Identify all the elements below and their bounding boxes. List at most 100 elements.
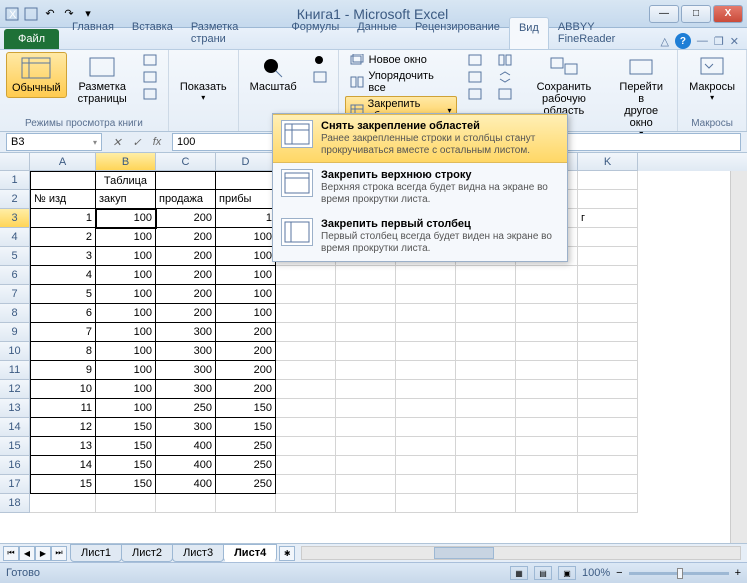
- select-all-corner[interactable]: [0, 153, 30, 171]
- tab-next-button[interactable]: ▶: [35, 546, 51, 561]
- col-header-B[interactable]: B: [96, 153, 156, 171]
- ribbon-tab-вставка[interactable]: Вставка: [123, 17, 182, 49]
- pagebreak-view-icon[interactable]: ▣: [558, 566, 576, 580]
- cell-C16[interactable]: 400: [156, 456, 216, 475]
- cell-B4[interactable]: 100: [96, 228, 156, 247]
- view-opt2-button[interactable]: [138, 69, 162, 85]
- zoom-sel-button[interactable]: [308, 69, 332, 85]
- cell-D3[interactable]: 1: [216, 209, 276, 228]
- row-header-3[interactable]: 3: [0, 209, 30, 228]
- cell-J16[interactable]: [516, 456, 578, 475]
- cell-E14[interactable]: [276, 418, 336, 437]
- cell-I18[interactable]: [456, 494, 516, 513]
- cell-H12[interactable]: [396, 380, 456, 399]
- cell-D12[interactable]: 200: [216, 380, 276, 399]
- row-header-18[interactable]: 18: [0, 494, 30, 513]
- ribbon-tab-вид[interactable]: Вид: [509, 17, 549, 49]
- cell-A17[interactable]: 15: [30, 475, 96, 494]
- cell-J6[interactable]: [516, 266, 578, 285]
- cell-C5[interactable]: 200: [156, 247, 216, 266]
- new-sheet-button[interactable]: ✱: [279, 546, 295, 561]
- cell-C2[interactable]: продажа: [156, 190, 216, 209]
- cell-I9[interactable]: [456, 323, 516, 342]
- cell-K12[interactable]: [578, 380, 638, 399]
- cell-B3[interactable]: 100: [96, 209, 156, 228]
- sheet-tab-Лист1[interactable]: Лист1: [70, 544, 122, 562]
- row-header-10[interactable]: 10: [0, 342, 30, 361]
- row-header-8[interactable]: 8: [0, 304, 30, 323]
- cell-E8[interactable]: [276, 304, 336, 323]
- doc-close-icon[interactable]: ✕: [730, 35, 739, 48]
- ribbon-tab-данные[interactable]: Данные: [348, 17, 406, 49]
- cell-B10[interactable]: 100: [96, 342, 156, 361]
- cell-D18[interactable]: [216, 494, 276, 513]
- maximize-button[interactable]: □: [681, 5, 711, 23]
- cell-I15[interactable]: [456, 437, 516, 456]
- file-tab[interactable]: Файл: [4, 29, 59, 49]
- tab-last-button[interactable]: ⏭: [51, 546, 67, 561]
- row-header-4[interactable]: 4: [0, 228, 30, 247]
- save-icon[interactable]: [23, 6, 39, 22]
- cell-K9[interactable]: [578, 323, 638, 342]
- cell-B9[interactable]: 100: [96, 323, 156, 342]
- cell-H8[interactable]: [396, 304, 456, 323]
- cell-B2[interactable]: закуп: [96, 190, 156, 209]
- cell-J13[interactable]: [516, 399, 578, 418]
- cell-E17[interactable]: [276, 475, 336, 494]
- cell-D10[interactable]: 200: [216, 342, 276, 361]
- cell-B12[interactable]: 100: [96, 380, 156, 399]
- cell-F8[interactable]: [336, 304, 396, 323]
- cell-C3[interactable]: 200: [156, 209, 216, 228]
- cell-H14[interactable]: [396, 418, 456, 437]
- cell-E11[interactable]: [276, 361, 336, 380]
- cell-C11[interactable]: 300: [156, 361, 216, 380]
- new-window-button[interactable]: Новое окно: [345, 52, 457, 68]
- zoom-slider[interactable]: [629, 572, 729, 575]
- cell-H15[interactable]: [396, 437, 456, 456]
- reset-pos-button[interactable]: [493, 86, 517, 102]
- name-box[interactable]: B3▾: [6, 133, 102, 151]
- cell-I6[interactable]: [456, 266, 516, 285]
- cell-A14[interactable]: 12: [30, 418, 96, 437]
- row-header-14[interactable]: 14: [0, 418, 30, 437]
- cell-K11[interactable]: [578, 361, 638, 380]
- cell-I8[interactable]: [456, 304, 516, 323]
- cell-C1[interactable]: [156, 171, 216, 190]
- excel-icon[interactable]: X: [4, 6, 20, 22]
- cell-J9[interactable]: [516, 323, 578, 342]
- cell-K17[interactable]: [578, 475, 638, 494]
- cell-F13[interactable]: [336, 399, 396, 418]
- zoom-out-button[interactable]: −: [616, 567, 622, 579]
- cell-A18[interactable]: [30, 494, 96, 513]
- cell-E12[interactable]: [276, 380, 336, 399]
- cell-C12[interactable]: 300: [156, 380, 216, 399]
- cell-A4[interactable]: 2: [30, 228, 96, 247]
- cell-F7[interactable]: [336, 285, 396, 304]
- hide-button[interactable]: [463, 69, 487, 85]
- doc-restore-icon[interactable]: ❐: [714, 35, 724, 48]
- cell-J11[interactable]: [516, 361, 578, 380]
- cell-I16[interactable]: [456, 456, 516, 475]
- cell-J10[interactable]: [516, 342, 578, 361]
- view-opt1-button[interactable]: [138, 52, 162, 68]
- cell-C7[interactable]: 200: [156, 285, 216, 304]
- cell-B7[interactable]: 100: [96, 285, 156, 304]
- cell-D9[interactable]: 200: [216, 323, 276, 342]
- undo-icon[interactable]: ↶: [42, 6, 58, 22]
- horizontal-scrollbar[interactable]: [301, 546, 741, 560]
- cell-C17[interactable]: 400: [156, 475, 216, 494]
- cell-J17[interactable]: [516, 475, 578, 494]
- cell-K6[interactable]: [578, 266, 638, 285]
- cell-K16[interactable]: [578, 456, 638, 475]
- cell-B16[interactable]: 150: [96, 456, 156, 475]
- cell-J18[interactable]: [516, 494, 578, 513]
- col-header-C[interactable]: C: [156, 153, 216, 171]
- cell-K10[interactable]: [578, 342, 638, 361]
- cell-A3[interactable]: 1: [30, 209, 96, 228]
- cell-D14[interactable]: 150: [216, 418, 276, 437]
- zoom-in-button[interactable]: +: [735, 567, 741, 579]
- cell-C4[interactable]: 200: [156, 228, 216, 247]
- ribbon-tab-формулы[interactable]: Формулы: [282, 17, 348, 49]
- row-header-12[interactable]: 12: [0, 380, 30, 399]
- cell-D5[interactable]: 100: [216, 247, 276, 266]
